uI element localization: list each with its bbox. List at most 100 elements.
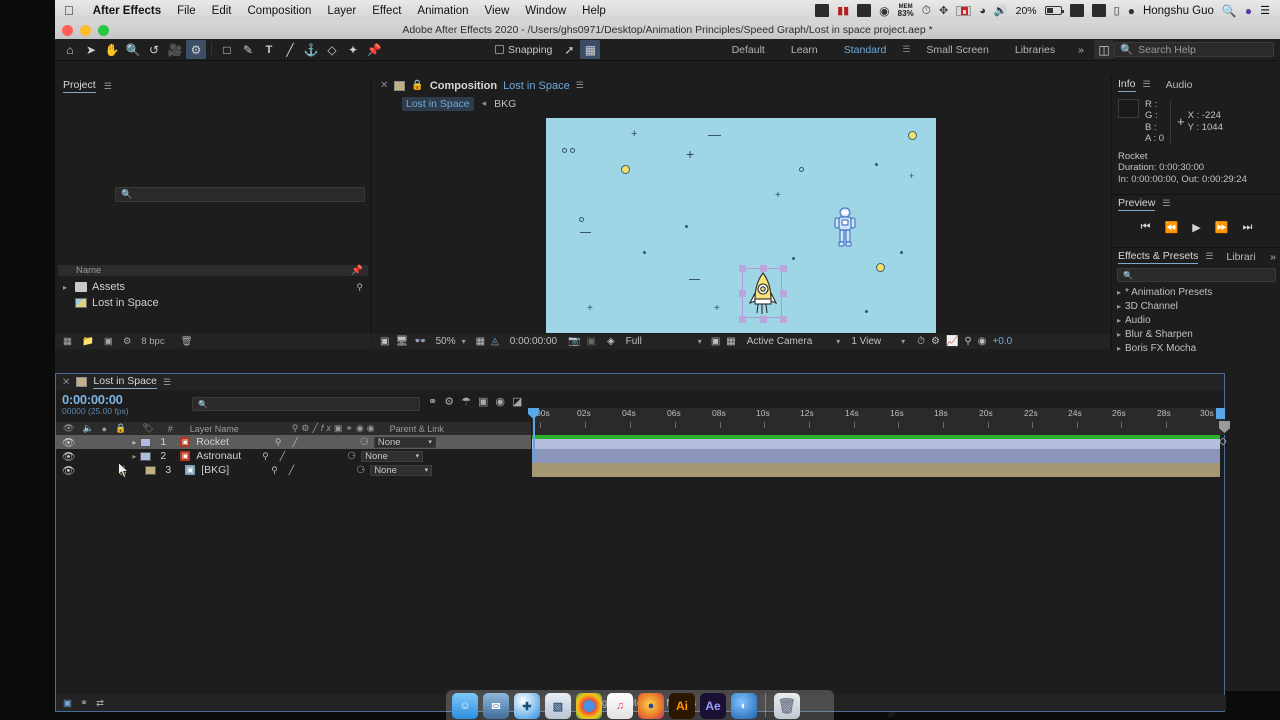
exposure-value[interactable]: +0.0 xyxy=(992,336,1012,347)
chevron-right-icon[interactable]: ▸ xyxy=(1117,344,1121,353)
snapping-toggle[interactable]: Snapping xyxy=(495,44,552,56)
last-frame-button[interactable]: ⏭ xyxy=(1242,221,1252,234)
parent-link-select[interactable]: None ▾ xyxy=(373,436,436,448)
breadcrumb-item-layer[interactable]: BKG xyxy=(494,98,516,110)
snapping-grid-icon[interactable]: ▦ xyxy=(580,40,601,59)
effects-panel-menu-icon[interactable]: ☰ xyxy=(1205,251,1213,262)
dock-item-firefox[interactable]: ● xyxy=(638,693,664,719)
layer-name[interactable]: Astronaut xyxy=(196,450,241,462)
minimize-button[interactable] xyxy=(80,24,91,36)
selection-handle[interactable] xyxy=(759,264,767,272)
menu-animation[interactable]: Animation xyxy=(409,5,476,17)
selection-handle[interactable] xyxy=(759,315,767,323)
pen-tool-icon[interactable]: ✎ xyxy=(238,40,258,59)
dock-item-finder[interactable]: ☺ xyxy=(452,693,478,719)
phone-status-icon[interactable]: ▯ xyxy=(1114,4,1120,17)
tab-info[interactable]: Info xyxy=(1118,78,1136,92)
battery-icon[interactable] xyxy=(1044,6,1064,15)
workspace-overflow-icon[interactable]: » xyxy=(1068,44,1094,56)
tab-timeline-comp[interactable]: Lost in Space xyxy=(93,375,158,389)
selection-tool-icon[interactable]: ➤ xyxy=(81,40,101,59)
chevron-down-icon[interactable]: ▾ xyxy=(901,337,905,346)
first-frame-button[interactable]: ⏮ xyxy=(1141,221,1151,234)
notification-center-icon[interactable]: ☰ xyxy=(1260,4,1270,17)
menu-edit[interactable]: Edit xyxy=(204,5,240,17)
bit-depth-label[interactable]: 8 bpc xyxy=(141,336,164,347)
list-item[interactable]: ▸ * Animation Presets xyxy=(1112,285,1280,299)
rocket-selection-box[interactable] xyxy=(739,264,787,323)
control-center-icon[interactable] xyxy=(1069,4,1084,17)
workspace-learn[interactable]: Learn xyxy=(778,44,831,56)
previous-frame-button[interactable]: ⏪ xyxy=(1165,221,1179,234)
eraser-tool-icon[interactable]: ◇ xyxy=(322,40,342,59)
selection-handle[interactable] xyxy=(780,264,787,272)
track-bar[interactable] xyxy=(532,463,1220,477)
shy-icon[interactable]: ⚲ xyxy=(356,282,363,293)
chevron-down-icon[interactable]: ▾ xyxy=(416,452,420,460)
selection-handle[interactable] xyxy=(780,315,787,323)
list-item[interactable]: ▸ Assets ⚲ xyxy=(58,279,368,295)
chevron-right-icon[interactable]: ▸ xyxy=(1117,316,1121,325)
renderer-icon[interactable]: ⚲ xyxy=(964,336,971,347)
camera-tool-icon[interactable]: 🎥 xyxy=(165,40,185,59)
main-viewer-icon[interactable]: 🖥 xyxy=(395,336,408,347)
parent-link-select[interactable]: None ▾ xyxy=(370,464,433,476)
lock-icon[interactable]: 🔒 xyxy=(411,80,423,91)
region-of-interest-icon[interactable]: ◬ xyxy=(491,336,499,347)
menu-layer[interactable]: Layer xyxy=(319,5,364,17)
eye-icon[interactable]: 👁 xyxy=(62,464,75,477)
delete-icon[interactable]: 🗑 xyxy=(181,336,193,347)
menu-app-name[interactable]: After Effects xyxy=(85,5,169,17)
composition-panel-menu-icon[interactable]: ☰ xyxy=(576,80,584,91)
next-frame-button[interactable]: ⏩ xyxy=(1215,221,1229,234)
label-icon[interactable]: 🏷 xyxy=(142,423,153,434)
selection-handle[interactable] xyxy=(739,315,746,323)
snapping-checkbox[interactable] xyxy=(495,45,504,54)
tab-project[interactable]: Project xyxy=(63,79,96,93)
close-icon[interactable]: ✕ xyxy=(62,377,70,388)
breadcrumb-item-comp[interactable]: Lost in Space xyxy=(402,96,474,111)
label-swatch[interactable] xyxy=(140,437,152,447)
tab-libraries[interactable]: Librari xyxy=(1226,251,1255,263)
volume-status-icon[interactable]: 🔊 xyxy=(994,4,1008,17)
track-bar[interactable] xyxy=(532,449,1220,463)
type-tool-icon[interactable]: T xyxy=(259,40,279,59)
table-row[interactable]: 👁 ▸ 1 ▣ Rocket ⚲ ╱ ⚆ None ▾ xyxy=(56,435,531,449)
display-status-icon[interactable] xyxy=(857,4,872,17)
tab-audio[interactable]: Audio xyxy=(1166,79,1193,91)
expand-arrow-icon[interactable]: ▸ xyxy=(132,438,136,447)
dock-item-safari[interactable]: ✚ xyxy=(514,693,540,719)
composition-mini-flowchart-icon[interactable]: ⚭ xyxy=(428,395,437,408)
dock-item-after-effects[interactable]: Ae xyxy=(700,693,726,719)
window-controls[interactable] xyxy=(62,24,109,36)
transparency-grid-icon[interactable]: ▦ xyxy=(726,336,735,347)
always-preview-icon[interactable]: ▣ xyxy=(380,336,389,347)
menu-effect[interactable]: Effect xyxy=(364,5,409,17)
camera-value[interactable]: Active Camera xyxy=(747,336,813,347)
menu-help[interactable]: Help xyxy=(574,5,614,17)
dock-item-trash[interactable]: 🗑 xyxy=(774,693,800,719)
chevron-down-icon[interactable]: ▾ xyxy=(698,337,702,346)
project-search-input[interactable]: 🔍 xyxy=(115,187,365,202)
show-snapshot-icon[interactable]: ▣ xyxy=(587,336,596,347)
3d-glasses-icon[interactable]: 👓 xyxy=(414,336,426,347)
label-swatch[interactable] xyxy=(140,451,152,461)
table-row[interactable]: 👁 ▸ 2 ▣ Astronaut ⚲ ╱ ⚆ None ▾ xyxy=(56,449,531,463)
selection-handle[interactable] xyxy=(780,290,787,297)
selection-handle[interactable] xyxy=(739,290,746,297)
timeline-search-input[interactable]: 🔍 xyxy=(192,397,420,411)
chevron-right-icon[interactable]: ▸ xyxy=(63,283,75,292)
list-item[interactable]: ▸ Audio xyxy=(1112,313,1280,327)
grid-status-icon[interactable] xyxy=(815,4,830,17)
time-marker-end[interactable] xyxy=(1216,408,1225,419)
snapping-arrow-icon[interactable]: ➚ xyxy=(559,40,579,59)
info-panel-menu-icon[interactable]: ☰ xyxy=(1143,79,1151,90)
eye-icon[interactable]: 👁 xyxy=(62,436,75,449)
dock-item-music[interactable]: ♫ xyxy=(607,693,633,719)
eye-icon[interactable]: 👁 xyxy=(63,423,74,434)
chevron-down-icon[interactable]: ▾ xyxy=(462,337,466,346)
memory-status-icon[interactable]: MEM 83% xyxy=(898,4,914,18)
project-settings-icon[interactable]: ⚙ xyxy=(123,336,132,347)
project-panel-menu-icon[interactable]: ☰ xyxy=(104,81,112,92)
input-language-icon[interactable] xyxy=(956,5,972,16)
